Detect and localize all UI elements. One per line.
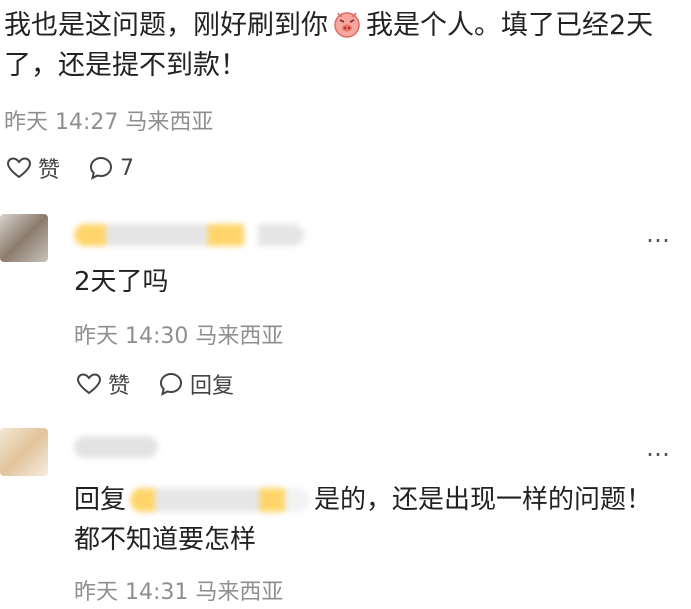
commenter-name[interactable] bbox=[74, 436, 158, 458]
post-meta: 昨天 14:27 马来西亚 bbox=[4, 110, 214, 135]
heart-icon bbox=[76, 373, 102, 395]
more-options-button[interactable]: … bbox=[646, 434, 671, 462]
reply-prefix: 回复 bbox=[74, 485, 127, 515]
comment-like-label: 赞 bbox=[108, 374, 131, 399]
comment-reply-label: 回复 bbox=[190, 374, 235, 399]
comment-meta: 昨天 14:31 马来西亚 bbox=[74, 580, 284, 605]
crying-pig-emoji-icon bbox=[334, 12, 360, 38]
comment-text: 回复 是的，还是出现一样的问题！都不知道要怎样 bbox=[74, 480, 664, 560]
comment-bubble-icon bbox=[90, 156, 113, 180]
comment-text: 2天了吗 bbox=[74, 267, 169, 297]
comment-like-button[interactable]: 赞 bbox=[76, 368, 130, 400]
heart-icon bbox=[6, 157, 32, 179]
post-like-label: 赞 bbox=[38, 158, 61, 183]
more-options-button[interactable]: … bbox=[646, 220, 671, 248]
comment-actions: 赞 回复 bbox=[76, 368, 262, 400]
avatar[interactable] bbox=[0, 428, 48, 476]
post-actions: 赞 7 bbox=[6, 152, 162, 184]
reply-target-name[interactable] bbox=[130, 488, 311, 512]
comment-reply-button[interactable]: 回复 bbox=[158, 368, 234, 400]
post-like-button[interactable]: 赞 bbox=[6, 152, 60, 184]
commenter-name[interactable] bbox=[74, 224, 304, 246]
avatar[interactable] bbox=[0, 214, 48, 262]
post-comment-count: 7 bbox=[120, 155, 135, 181]
comment-bubble-icon bbox=[160, 372, 183, 396]
post-text-part1: 我也是这问题，刚好刷到你 bbox=[4, 10, 328, 41]
post-text: 我也是这问题，刚好刷到你 我是个人。填了已经2天了，还是提不到款！ bbox=[4, 6, 684, 86]
post-comment-button[interactable]: 7 bbox=[88, 155, 134, 181]
comment-meta: 昨天 14:30 马来西亚 bbox=[74, 324, 284, 349]
